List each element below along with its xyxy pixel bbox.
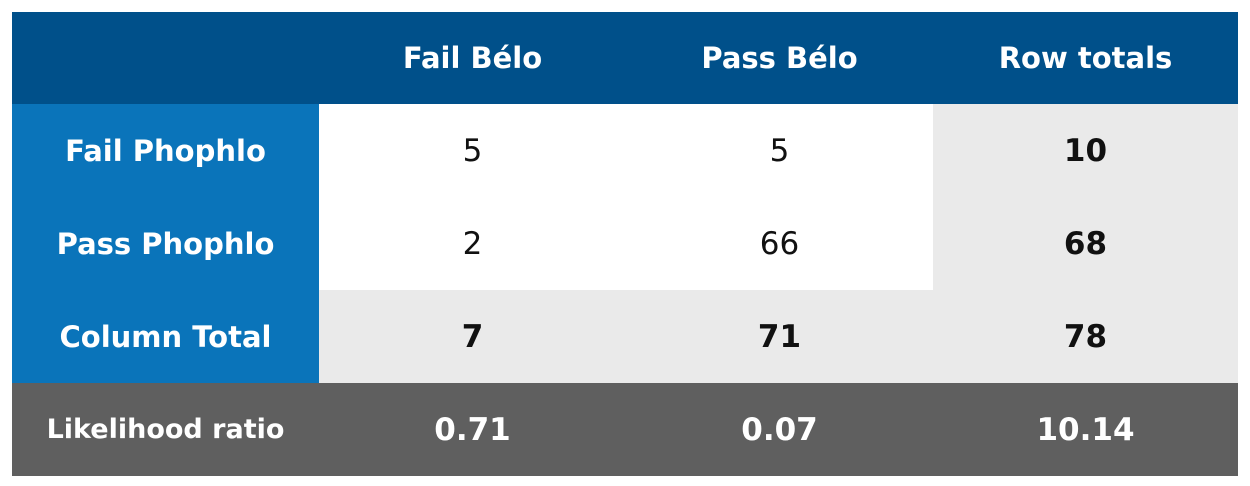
likelihood-row-totals: 10.14 — [1036, 411, 1135, 448]
row-label-fail-phophlo: Fail Phophlo — [12, 104, 319, 198]
row-label-column-total: Column Total — [12, 290, 319, 383]
cell-grand-total: 78 — [933, 290, 1238, 383]
header-corner-cell — [12, 12, 319, 104]
cell-column-total-fail-belo: 7 — [319, 290, 626, 383]
cell-pass-phophlo-total: 68 — [933, 198, 1238, 290]
likelihood-pass-belo: 0.07 — [741, 411, 818, 448]
cell-fail-phophlo-fail-belo: 5 — [319, 104, 626, 198]
table-row-pass-phophlo: Pass Phophlo 2 66 68 — [12, 198, 1238, 290]
header-row-totals: Row totals — [998, 41, 1173, 75]
contingency-table: Fail Bélo Pass Bélo Row totals Fail Phop… — [12, 12, 1238, 476]
table-row-likelihood-ratio: Likelihood ratio 0.71 0.07 10.14 — [12, 383, 1238, 476]
cell-pass-phophlo-pass-belo: 66 — [626, 198, 933, 290]
row-label-pass-phophlo: Pass Phophlo — [12, 198, 319, 290]
cell-pass-phophlo-fail-belo: 2 — [319, 198, 626, 290]
header-pass-belo: Pass Bélo — [701, 41, 858, 75]
row-label-likelihood-ratio: Likelihood ratio — [46, 414, 285, 445]
cell-fail-phophlo-pass-belo: 5 — [626, 104, 933, 198]
cell-fail-phophlo-total: 10 — [933, 104, 1238, 198]
likelihood-fail-belo: 0.71 — [434, 411, 511, 448]
header-fail-belo: Fail Bélo — [402, 41, 543, 75]
cell-column-total-pass-belo: 71 — [626, 290, 933, 383]
table-row-fail-phophlo: Fail Phophlo 5 5 10 — [12, 104, 1238, 198]
table-row-column-total: Column Total 7 71 78 — [12, 290, 1238, 383]
table-header-row: Fail Bélo Pass Bélo Row totals — [12, 12, 1238, 104]
